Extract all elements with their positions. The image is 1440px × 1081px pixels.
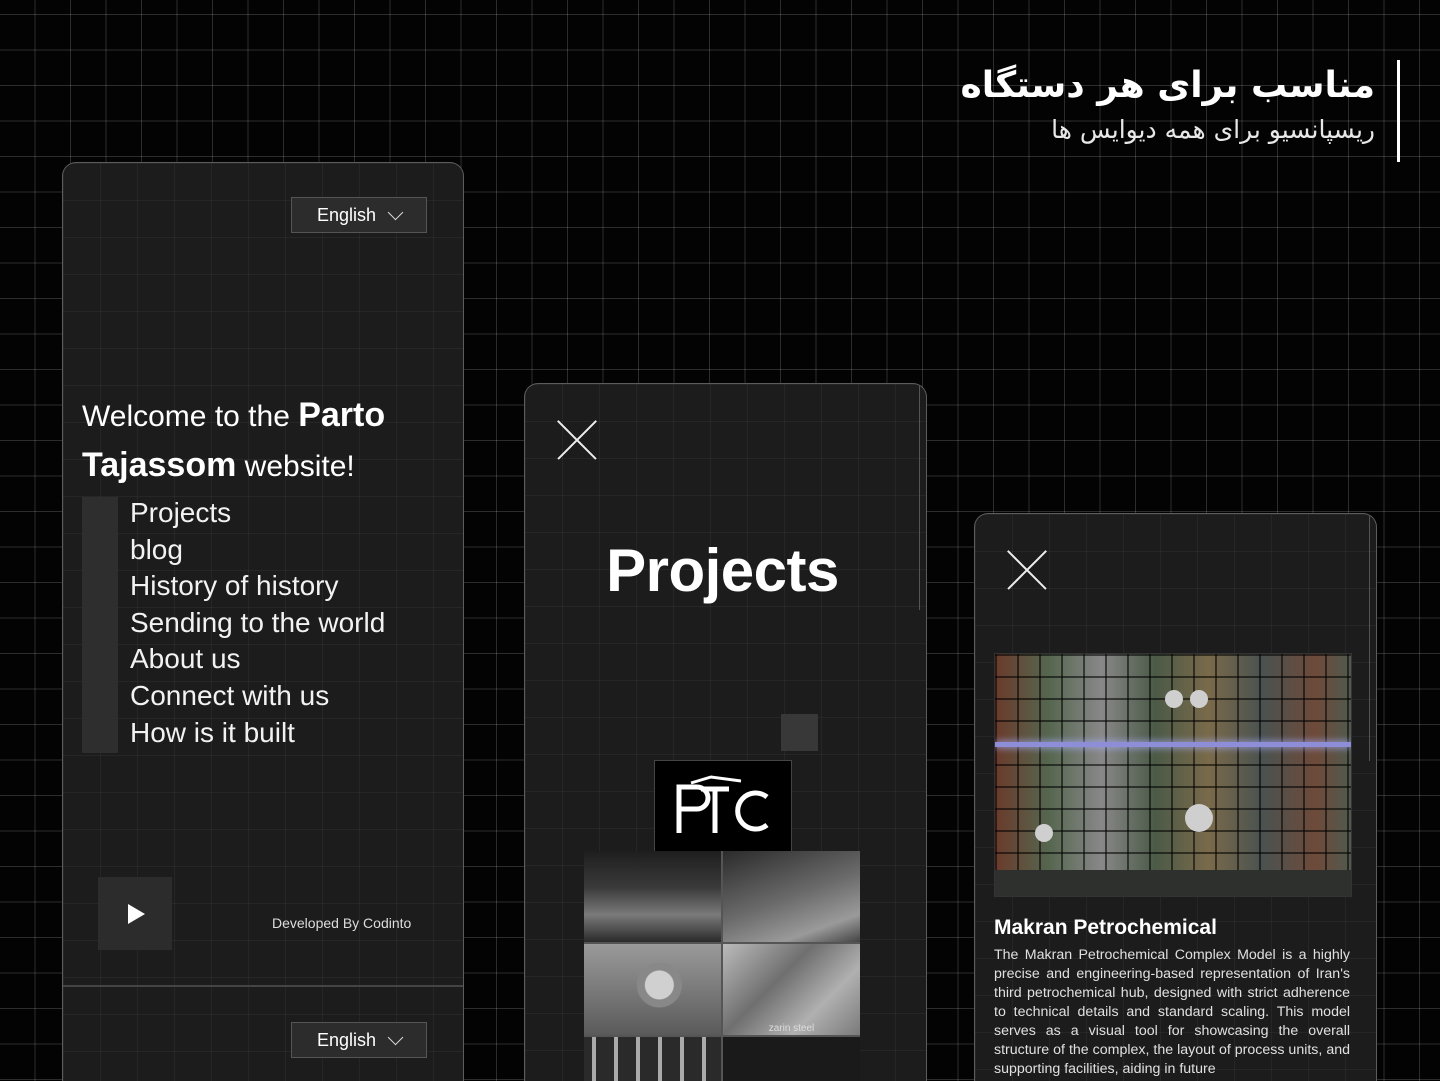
projects-title: Projects xyxy=(606,537,839,604)
main-nav: Projects blog History of history Sending… xyxy=(130,495,385,751)
nav-indicator-bar xyxy=(82,497,118,753)
nav-item-how-built[interactable]: How is it built xyxy=(130,715,385,752)
nav-item-sending[interactable]: Sending to the world xyxy=(130,605,385,642)
project-photo[interactable] xyxy=(723,1037,860,1081)
project-name: Makran Petrochemical xyxy=(994,916,1217,939)
scrollbar[interactable] xyxy=(1369,514,1376,761)
chevron-down-icon xyxy=(387,204,404,220)
language-select[interactable]: English xyxy=(291,197,427,233)
project-photo[interactable] xyxy=(584,1037,721,1081)
welcome-prefix: Welcome to the xyxy=(82,400,299,433)
project-photo[interactable] xyxy=(584,944,721,1035)
nav-item-connect[interactable]: Connect with us xyxy=(130,678,385,715)
close-icon[interactable] xyxy=(1007,550,1047,590)
close-icon[interactable] xyxy=(557,420,597,460)
photo-caption: zarin steel xyxy=(768,1023,815,1034)
ptc-logo-icon xyxy=(676,775,769,833)
nav-item-about[interactable]: About us xyxy=(130,641,385,678)
headline-subtitle: ریسپانسیو برای همه دیوایس ها xyxy=(1051,115,1375,144)
project-photo-zarin-steel[interactable]: zarin steel xyxy=(723,944,860,1035)
chevron-down-icon xyxy=(387,1029,404,1045)
project-image xyxy=(994,653,1352,897)
project-photo[interactable] xyxy=(723,851,860,942)
menu-screen-mockup: English Welcome to the Parto Tajassom we… xyxy=(62,162,464,1081)
project-detail-screen-mockup: Makran Petrochemical The Makran Petroche… xyxy=(974,513,1377,1081)
language-select-repeat[interactable]: English xyxy=(291,1022,427,1058)
brand-logo xyxy=(654,760,792,854)
headline: مناسب برای هر دستگاه ریسپانسیو برای همه … xyxy=(960,60,1400,162)
play-icon xyxy=(128,903,145,924)
project-photo-grid: zarin steel xyxy=(584,851,860,1081)
nav-item-blog[interactable]: blog xyxy=(130,532,385,569)
welcome-heading: Welcome to the Parto Tajassom website! xyxy=(82,391,422,491)
project-description: The Makran Petrochemical Complex Model i… xyxy=(994,947,1350,1077)
projects-screen-mockup: Projects zarin steel xyxy=(524,383,927,1081)
language-label-repeat: English xyxy=(316,1029,377,1050)
welcome-suffix: website! xyxy=(236,450,355,483)
project-photo[interactable] xyxy=(584,851,721,942)
nav-item-history[interactable]: History of history xyxy=(130,568,385,605)
nav-item-projects[interactable]: Projects xyxy=(130,495,385,532)
scrollbar[interactable] xyxy=(919,384,926,610)
screen-divider xyxy=(63,985,463,987)
headline-title: مناسب برای هر دستگاه xyxy=(960,65,1376,106)
decorative-square xyxy=(781,714,818,751)
play-button[interactable] xyxy=(98,877,172,950)
language-label: English xyxy=(316,204,377,225)
developer-credit: Developed By Codinto xyxy=(272,915,412,931)
